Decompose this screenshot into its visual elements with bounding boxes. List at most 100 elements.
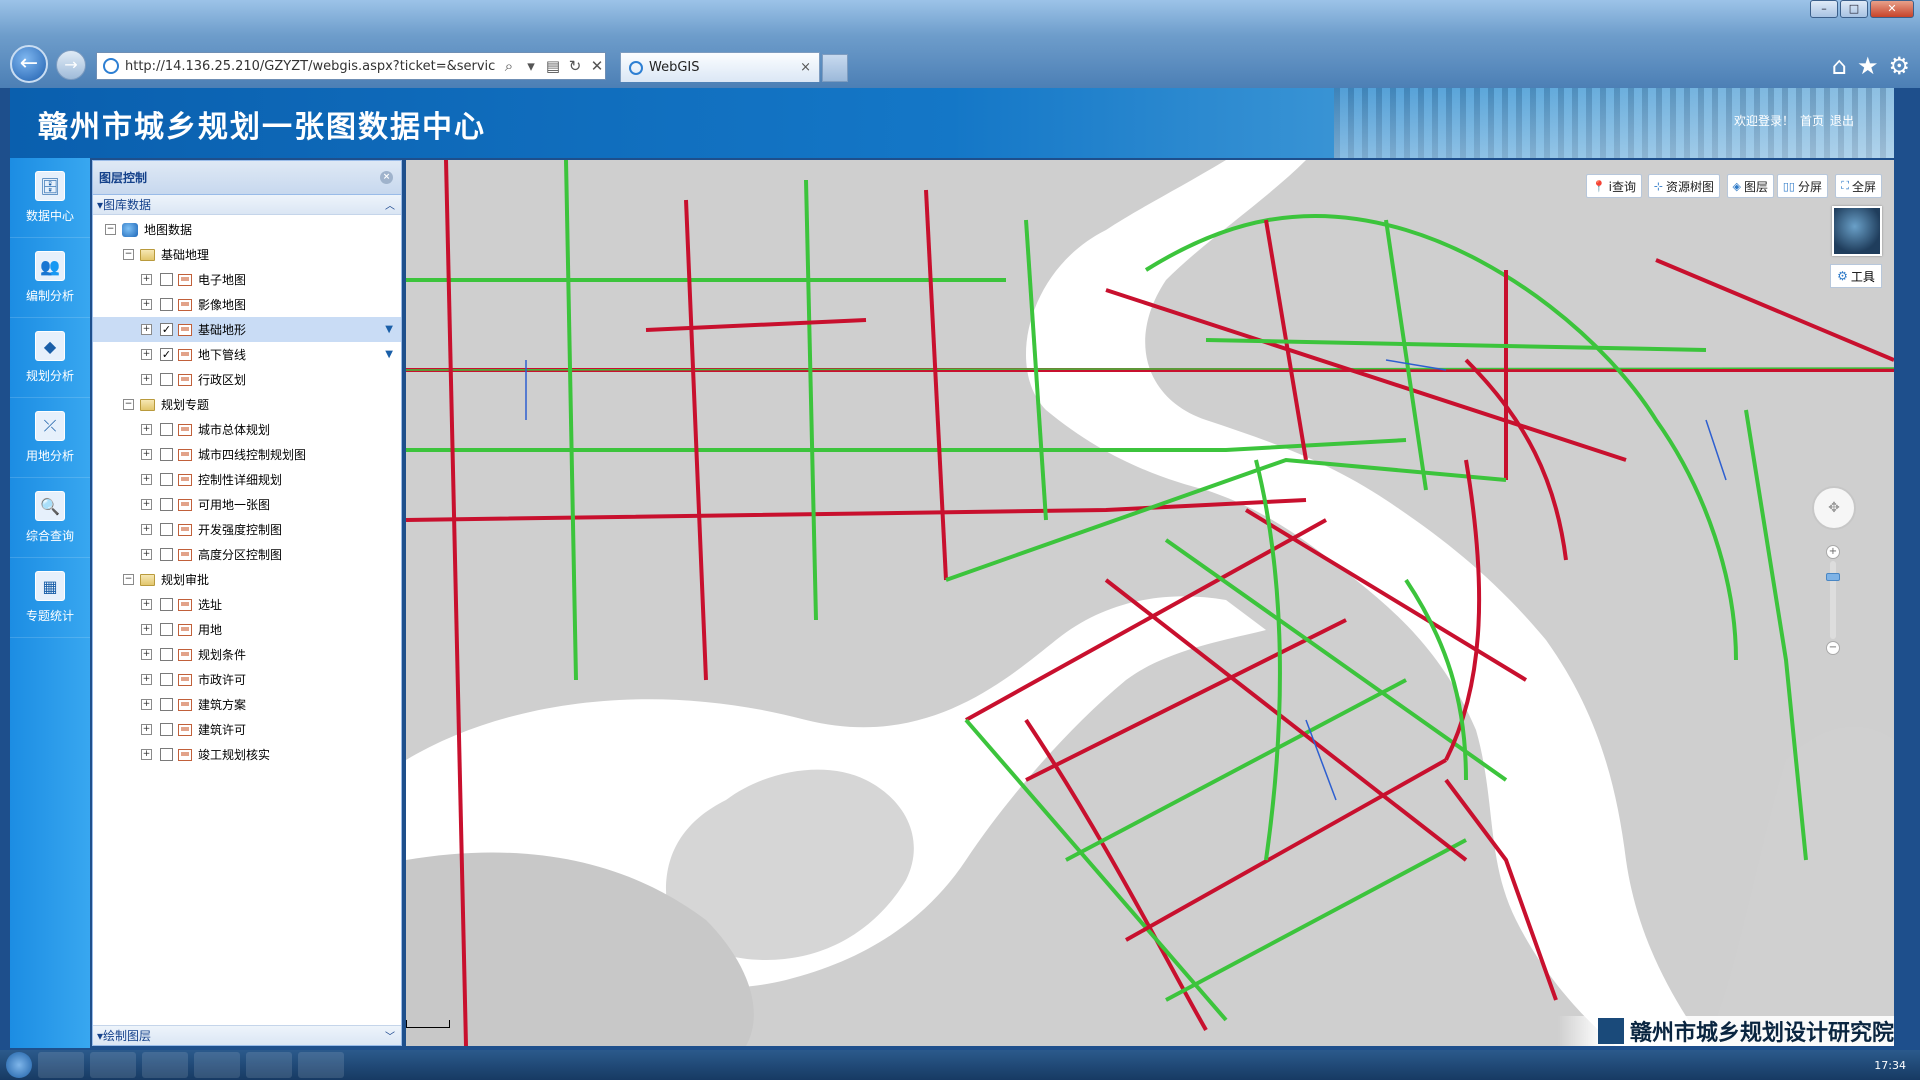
collapse-icon[interactable]: −	[105, 224, 116, 235]
layer-item[interactable]: + 高度分区控制图	[93, 542, 401, 567]
expand-icon[interactable]: +	[141, 374, 152, 385]
tree-group[interactable]: − 规划审批	[93, 567, 401, 592]
layer-checkbox[interactable]	[160, 748, 173, 761]
taskbar-paint-icon[interactable]	[298, 1052, 344, 1078]
home-icon[interactable]: ⌂	[1832, 52, 1847, 80]
compat-icon[interactable]: ▤	[545, 57, 561, 75]
tab-close-icon[interactable]: ×	[800, 60, 811, 75]
layer-checkbox[interactable]	[160, 648, 173, 661]
layer-item-selected[interactable]: + ✓ 基础地形 ▼	[93, 317, 401, 342]
map-view[interactable]: 📍 i查询 ⊹ 资源树图 ◈ 图层 ▯▯ 分屏 ⛶ 全屏 ⚙ 工具 ✥ + − 赣州市城乡规…	[406, 160, 1894, 1046]
layer-checkbox-checked[interactable]: ✓	[160, 348, 173, 361]
nav-item-planning-analysis[interactable]: ◆ 规划分析	[10, 318, 90, 398]
maximize-button[interactable]: □	[1840, 0, 1868, 18]
layer-checkbox[interactable]	[160, 698, 173, 711]
layer-item[interactable]: + 用地	[93, 617, 401, 642]
expand-icon[interactable]: +	[141, 699, 152, 710]
home-link[interactable]: 首页	[1800, 112, 1824, 129]
nav-item-landuse-analysis[interactable]: ⤫ 用地分析	[10, 398, 90, 478]
url-text[interactable]: http://14.136.25.210/GZYZT/webgis.aspx?t…	[125, 59, 495, 74]
layer-checkbox[interactable]	[160, 448, 173, 461]
expand-icon[interactable]: +	[141, 299, 152, 310]
expand-icon[interactable]: +	[141, 424, 152, 435]
favorites-icon[interactable]: ★	[1857, 52, 1879, 80]
expand-icon[interactable]: +	[141, 674, 152, 685]
collapse-icon[interactable]: −	[123, 399, 134, 410]
layer-checkbox[interactable]	[160, 423, 173, 436]
layer-checkbox[interactable]	[160, 498, 173, 511]
zoom-track[interactable]	[1826, 561, 1840, 639]
start-button[interactable]	[6, 1052, 32, 1078]
layer-item[interactable]: + 规划条件	[93, 642, 401, 667]
zoom-slider[interactable]: + −	[1826, 545, 1840, 655]
taskbar-film-icon[interactable]	[246, 1052, 292, 1078]
resource-tree-button[interactable]: ⊹ 资源树图	[1647, 174, 1720, 198]
expand-icon[interactable]: +	[141, 449, 152, 460]
layer-checkbox[interactable]	[160, 523, 173, 536]
layer-item[interactable]: + 市政许可	[93, 667, 401, 692]
layer-item[interactable]: + 城市总体规划	[93, 417, 401, 442]
map-canvas[interactable]	[406, 160, 1894, 1046]
layers-button[interactable]: ◈ 图层	[1726, 174, 1774, 198]
nav-item-compile-analysis[interactable]: 👥 编制分析	[10, 238, 90, 318]
expand-icon[interactable]: +	[141, 624, 152, 635]
expand-icon[interactable]: +	[141, 724, 152, 735]
expand-icon[interactable]: +	[141, 749, 152, 760]
taskbar-app-icon[interactable]	[194, 1052, 240, 1078]
close-panel-icon[interactable]: ×	[380, 171, 393, 184]
tree-group[interactable]: − 规划专题	[93, 392, 401, 417]
address-bar[interactable]: http://14.136.25.210/GZYZT/webgis.aspx?t…	[96, 52, 606, 80]
layer-checkbox[interactable]	[160, 273, 173, 286]
taskbar-media-icon[interactable]	[142, 1052, 188, 1078]
layer-item[interactable]: + 建筑方案	[93, 692, 401, 717]
layer-options-icon[interactable]: ▼	[385, 349, 393, 360]
logout-link[interactable]: 退出	[1830, 112, 1854, 129]
layer-item[interactable]: + 可用地一张图	[93, 492, 401, 517]
layer-item[interactable]: + 竣工规划核实	[93, 742, 401, 767]
taskbar-ie-icon[interactable]	[38, 1052, 84, 1078]
layer-item[interactable]: + 控制性详细规划	[93, 467, 401, 492]
query-tool-button[interactable]: 📍 i查询	[1585, 174, 1642, 198]
tree-root[interactable]: − 地图数据	[93, 217, 401, 242]
expand-icon[interactable]: +	[141, 649, 152, 660]
browser-tab[interactable]: WebGIS ×	[620, 52, 820, 82]
layer-item[interactable]: + 开发强度控制图	[93, 517, 401, 542]
zoom-out-icon[interactable]: −	[1826, 641, 1840, 655]
layer-checkbox[interactable]	[160, 373, 173, 386]
refresh-icon[interactable]: ↻	[567, 57, 583, 75]
expand-icon[interactable]: +	[141, 324, 152, 335]
expand-icon[interactable]: +	[141, 524, 152, 535]
layer-checkbox[interactable]	[160, 598, 173, 611]
stop-icon[interactable]: ✕	[589, 57, 605, 75]
collapse-icon[interactable]: −	[123, 574, 134, 585]
section-header[interactable]: ▾ 图库数据 ︿	[93, 195, 401, 215]
tree-group[interactable]: − 基础地理	[93, 242, 401, 267]
layer-checkbox-checked[interactable]: ✓	[160, 323, 173, 336]
layer-checkbox[interactable]	[160, 623, 173, 636]
back-button[interactable]: ←	[10, 45, 48, 83]
basemap-thumbnail[interactable]	[1832, 206, 1882, 256]
layer-item[interactable]: + 选址	[93, 592, 401, 617]
expand-icon[interactable]: +	[141, 599, 152, 610]
fullscreen-button[interactable]: ⛶ 全屏	[1835, 174, 1882, 198]
dropdown-icon[interactable]: ▾	[523, 57, 539, 75]
layer-item[interactable]: + 影像地图	[93, 292, 401, 317]
layer-checkbox[interactable]	[160, 673, 173, 686]
layer-checkbox[interactable]	[160, 723, 173, 736]
expand-icon[interactable]: +	[141, 474, 152, 485]
layer-item[interactable]: + 行政区划	[93, 367, 401, 392]
split-screen-button[interactable]: ▯▯ 分屏	[1776, 174, 1828, 198]
nav-item-thematic-stats[interactable]: ▦ 专题统计	[10, 558, 90, 638]
layer-item[interactable]: + 城市四线控制规划图	[93, 442, 401, 467]
close-window-button[interactable]: ✕	[1870, 0, 1914, 18]
layer-item[interactable]: + 建筑许可	[93, 717, 401, 742]
collapse-icon[interactable]: −	[123, 249, 134, 260]
forward-button[interactable]: →	[56, 50, 86, 80]
expand-icon[interactable]: +	[141, 349, 152, 360]
settings-gear-icon[interactable]: ⚙	[1888, 52, 1910, 80]
nav-item-data-center[interactable]: 🗄 数据中心	[10, 158, 90, 238]
pan-control[interactable]: ✥	[1812, 486, 1856, 530]
search-icon[interactable]: ⌕	[501, 57, 517, 75]
layer-options-icon[interactable]: ▼	[385, 324, 393, 335]
expand-chevron-icon[interactable]: ﹀	[385, 1028, 395, 1043]
